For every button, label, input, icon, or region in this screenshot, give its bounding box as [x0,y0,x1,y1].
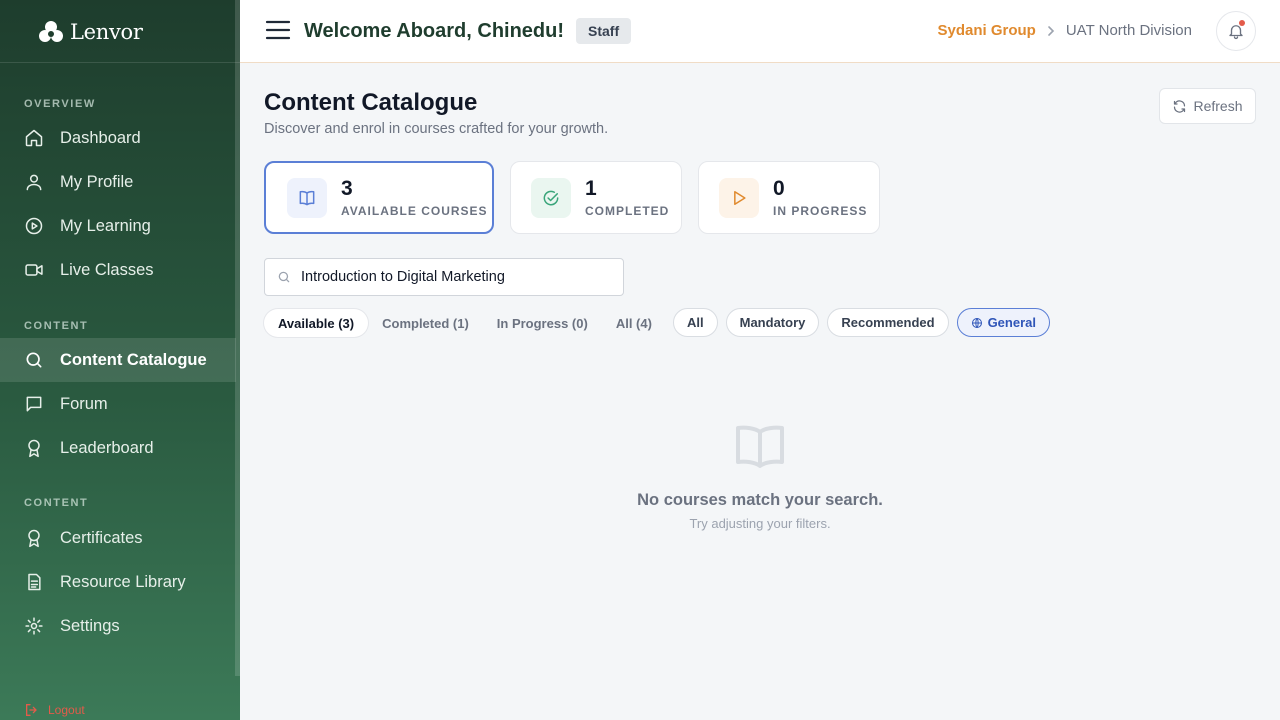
sidebar-item-label: Leaderboard [60,438,154,457]
page-title: Content Catalogue [264,89,478,116]
empty-state-subtitle: Try adjusting your filters. [689,516,831,531]
user-icon [26,174,42,191]
logout-label: Logout [48,703,85,717]
sidebar-item-label: Forum [60,394,108,413]
chip-label: All [687,315,704,330]
sidebar-item-label: My Learning [60,216,151,235]
status-tabs: Available (3) Completed (1) In Progress … [264,309,666,337]
stat-value: 1 [585,176,597,200]
sidebar-item-label: Dashboard [60,128,141,147]
tab-completed[interactable]: Completed (1) [368,309,483,337]
sidebar-item-content-catalogue[interactable]: Content Catalogue [0,338,236,382]
refresh-button[interactable]: Refresh [1159,88,1256,124]
search-input[interactable] [301,269,601,285]
notifications-button[interactable] [1216,11,1256,51]
search-box [264,258,624,296]
brand-name: Lenvor [70,20,143,44]
stat-value: 3 [341,176,353,200]
sidebar-item-my-profile[interactable]: My Profile [0,160,236,204]
sidebar-item-forum[interactable]: Forum [0,382,236,426]
play-circle-icon [25,217,43,235]
sidebar: Lenvor OVERVIEW Dashboard My Profile My … [0,0,240,720]
chip-label: Mandatory [739,315,806,330]
sidebar-item-settings[interactable]: Settings [0,604,236,648]
chip-label: General [987,315,1036,330]
filter-chip-general[interactable]: General [956,308,1050,337]
sidebar-item-label: Certificates [60,528,143,547]
section-label-content: CONTENT [24,320,89,332]
stat-card-available[interactable]: 3 AVAILABLE COURSES [264,161,494,234]
sidebar-item-my-learning[interactable]: My Learning [0,204,236,248]
filter-chip-mandatory[interactable]: Mandatory [725,308,820,337]
gear-icon [25,617,43,635]
breadcrumb: Sydani Group UAT North Division [938,22,1193,39]
logout-icon [26,704,37,716]
check-circle-icon [531,177,571,218]
stat-value: 0 [773,176,785,200]
video-icon [25,264,43,276]
category-filters: All Mandatory Recommended General [673,308,1050,337]
empty-state-title: No courses match your search. [637,491,883,509]
open-book-icon [736,425,784,468]
sidebar-divider [0,62,240,63]
logout-button[interactable]: Logout [24,702,85,718]
book-icon [287,177,327,218]
notification-dot [1239,20,1245,26]
refresh-label: Refresh [1193,98,1243,114]
section-label-content-2: CONTENT [24,497,89,509]
hamburger-menu-icon[interactable] [265,19,291,41]
stat-label: AVAILABLE COURSES [341,203,488,218]
home-icon [25,129,43,147]
search-icon [278,271,290,283]
chevron-right-icon [1048,25,1054,36]
sidebar-item-label: Settings [60,616,120,635]
sidebar-item-label: Content Catalogue [60,350,207,369]
chip-label: Recommended [841,315,935,330]
section-label-overview: OVERVIEW [24,98,96,110]
stat-card-completed[interactable]: 1 COMPLETED [510,161,682,234]
filter-chip-all[interactable]: All [673,308,718,337]
page-subtitle: Discover and enrol in courses crafted fo… [264,121,609,137]
tab-available[interactable]: Available (3) [264,309,369,337]
award-icon [28,439,40,458]
chat-icon [26,396,42,412]
brand-logo[interactable]: Lenvor [38,18,143,46]
sidebar-item-label: Live Classes [60,260,154,279]
role-badge: Staff [576,18,632,44]
sidebar-item-leaderboard[interactable]: Leaderboard [0,426,236,470]
play-icon [719,177,759,218]
sidebar-item-live-classes[interactable]: Live Classes [0,248,236,292]
globe-icon [971,317,982,328]
award-icon [28,529,40,548]
tab-all[interactable]: All (4) [602,309,666,337]
sidebar-item-label: My Profile [60,172,134,191]
sidebar-item-dashboard[interactable]: Dashboard [0,116,236,160]
search-icon [26,352,42,368]
tab-in-progress[interactable]: In Progress (0) [483,309,602,337]
lenvor-logo-icon [39,21,63,42]
filter-chip-recommended[interactable]: Recommended [827,308,949,337]
stat-card-in-progress[interactable]: 0 IN PROGRESS [698,161,880,234]
welcome-message: Welcome Aboard, Chinedu! [304,20,565,42]
breadcrumb-division[interactable]: UAT North Division [1066,22,1192,39]
sidebar-item-label: Resource Library [60,572,186,591]
sidebar-item-resource-library[interactable]: Resource Library [0,560,236,604]
stat-label: COMPLETED [585,203,670,218]
breadcrumb-org[interactable]: Sydani Group [938,22,1036,39]
top-header: Welcome Aboard, Chinedu! Staff Sydani Gr… [240,0,1280,63]
stat-label: IN PROGRESS [773,203,868,218]
document-icon [28,573,41,591]
sidebar-item-certificates[interactable]: Certificates [0,516,236,560]
refresh-icon [1174,99,1186,113]
